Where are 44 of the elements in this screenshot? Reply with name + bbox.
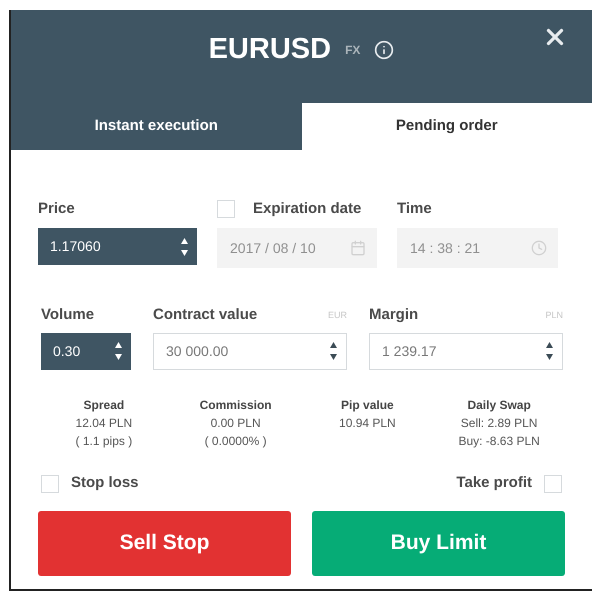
- field-label: Contract value: [153, 305, 258, 325]
- number-field[interactable]: 30 000.00: [153, 332, 347, 370]
- field-value: 1 239.17: [382, 342, 436, 360]
- field-label: Margin: [369, 305, 418, 325]
- number-field[interactable]: 1 239.17: [369, 332, 563, 370]
- field-value: 1.17060: [50, 237, 101, 256]
- buy-button[interactable]: Buy Limit: [312, 510, 565, 576]
- stat-value: 12.04 PLN: [76, 414, 132, 432]
- stat-value: Sell: 2.89 PLN: [460, 414, 538, 432]
- stat-label: Pip value: [341, 396, 394, 414]
- sell-button[interactable]: Sell Stop: [38, 510, 291, 576]
- unit-label: PLN: [545, 308, 563, 322]
- spinner-icon[interactable]: [329, 340, 338, 362]
- field-value: 0.30: [53, 342, 80, 360]
- field-label: Expiration date: [253, 198, 362, 219]
- field-label: Price: [38, 199, 76, 219]
- checkbox[interactable]: [544, 474, 562, 492]
- stat-label: Commission: [200, 396, 272, 414]
- symbol-title: EURUSD: [208, 32, 332, 67]
- checkbox[interactable]: [217, 200, 235, 218]
- number-field[interactable]: 1.17060: [38, 228, 197, 265]
- spinner-icon[interactable]: [114, 340, 123, 362]
- field-label: Take profit: [456, 473, 532, 494]
- tab[interactable]: Pending order: [302, 103, 592, 150]
- stat-label: Spread: [84, 396, 124, 414]
- stat-value: 10.94 PLN: [339, 414, 396, 432]
- stat-label: Daily Swap: [467, 396, 531, 414]
- field-value: 14 : 38 : 21: [410, 238, 480, 258]
- field-value: 30 000.00: [166, 342, 228, 360]
- info-icon[interactable]: [374, 40, 394, 60]
- market-tag: FX: [345, 40, 360, 59]
- spinner-icon[interactable]: [545, 340, 554, 362]
- field-label: Volume: [41, 305, 96, 325]
- unit-label: EUR: [328, 308, 347, 322]
- checkbox[interactable]: [41, 474, 59, 492]
- stat-value: 0.00 PLN: [210, 414, 261, 432]
- stat-value: ( 0.0000% ): [204, 432, 267, 450]
- number-field[interactable]: 0.30: [41, 332, 131, 370]
- spinner-icon[interactable]: [180, 236, 189, 258]
- field-label: Stop loss: [71, 473, 139, 494]
- stat-value: ( 1.1 pips ): [76, 432, 132, 450]
- stat-value: Buy: -8.63 PLN: [458, 432, 540, 450]
- field-label: Time: [397, 199, 433, 219]
- field-value: 2017 / 08 / 10: [230, 238, 316, 258]
